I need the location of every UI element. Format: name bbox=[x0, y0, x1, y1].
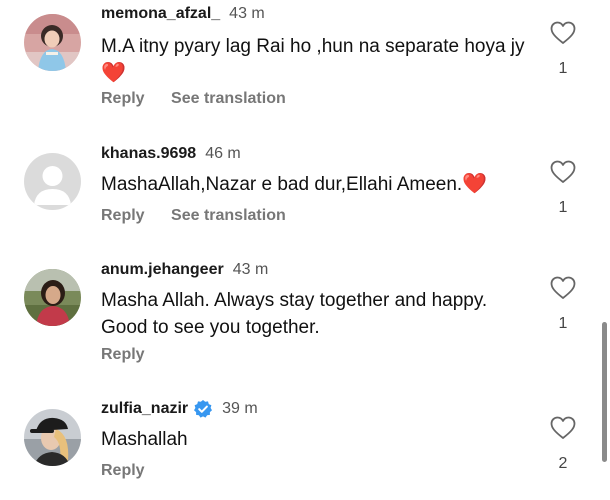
username[interactable]: zulfia_nazir bbox=[101, 398, 188, 420]
see-translation-button[interactable]: See translation bbox=[171, 207, 286, 224]
comment-meta: anum.jehangeer 43 m bbox=[101, 259, 268, 281]
comment-line: Masha Allah. Always stay together and ha… bbox=[101, 290, 488, 311]
username[interactable]: memona_afzal_ bbox=[101, 3, 220, 25]
like-count: 1 bbox=[558, 199, 568, 216]
comment-actions: Reply bbox=[101, 344, 145, 366]
comment-text: MashaAllah,Nazar e bad dur,Ellahi Ameen.… bbox=[101, 171, 531, 198]
comment-body: M.A itny pyary lag Rai ho ,hun na separa… bbox=[101, 36, 525, 57]
timestamp: 46 m bbox=[205, 145, 241, 162]
reply-button[interactable]: Reply bbox=[101, 346, 145, 363]
like-control: 1 bbox=[549, 160, 577, 217]
verified-badge-icon bbox=[193, 399, 213, 419]
comment-actions: Reply bbox=[101, 460, 145, 482]
timestamp: 43 m bbox=[232, 261, 269, 278]
heart-outline-icon[interactable] bbox=[550, 276, 576, 304]
heart-outline-icon[interactable] bbox=[550, 21, 576, 49]
reply-button[interactable]: Reply bbox=[101, 207, 145, 224]
comment-body: MashaAllah,Nazar e bad dur,Ellahi Ameen. bbox=[101, 174, 463, 195]
comment-meta: memona_afzal_ 43 m bbox=[101, 3, 265, 25]
user-avatar[interactable] bbox=[24, 269, 81, 326]
timestamp: 43 m bbox=[229, 5, 265, 22]
reply-button[interactable]: Reply bbox=[101, 90, 145, 107]
like-count: 1 bbox=[558, 315, 568, 332]
like-control: 2 bbox=[549, 416, 577, 473]
comment-actions: Reply See translation bbox=[101, 205, 286, 227]
comment-body: Mashallah bbox=[101, 429, 188, 450]
username[interactable]: anum.jehangeer bbox=[101, 259, 224, 281]
comment-meta: khanas.9698 46 m bbox=[101, 143, 241, 165]
like-count: 2 bbox=[558, 455, 568, 472]
like-control: 1 bbox=[549, 276, 577, 333]
heart-outline-icon[interactable] bbox=[550, 416, 576, 444]
comment-text: M.A itny pyary lag Rai ho ,hun na separa… bbox=[101, 33, 531, 87]
like-count: 1 bbox=[558, 60, 568, 77]
heart-outline-icon[interactable] bbox=[550, 160, 576, 188]
comment-text: Mashallah bbox=[101, 426, 531, 453]
comment-actions: Reply See translation bbox=[101, 88, 286, 110]
comment-text: Masha Allah. Always stay together and ha… bbox=[101, 287, 531, 341]
username[interactable]: khanas.9698 bbox=[101, 143, 196, 165]
comment-meta: zulfia_nazir 39 m bbox=[101, 398, 258, 420]
comment-line: Good to see you together. bbox=[101, 317, 320, 338]
like-control: 1 bbox=[549, 21, 577, 78]
user-avatar[interactable] bbox=[24, 409, 81, 466]
user-avatar[interactable] bbox=[24, 153, 81, 210]
timestamp: 39 m bbox=[222, 400, 258, 417]
heart-emoji-icon: ❤️ bbox=[462, 173, 488, 195]
heart-emoji-icon: ❤️ bbox=[101, 62, 126, 84]
reply-button[interactable]: Reply bbox=[101, 462, 145, 479]
see-translation-button[interactable]: See translation bbox=[171, 90, 286, 107]
scrollbar-thumb[interactable] bbox=[602, 322, 607, 462]
user-avatar[interactable] bbox=[24, 14, 81, 71]
